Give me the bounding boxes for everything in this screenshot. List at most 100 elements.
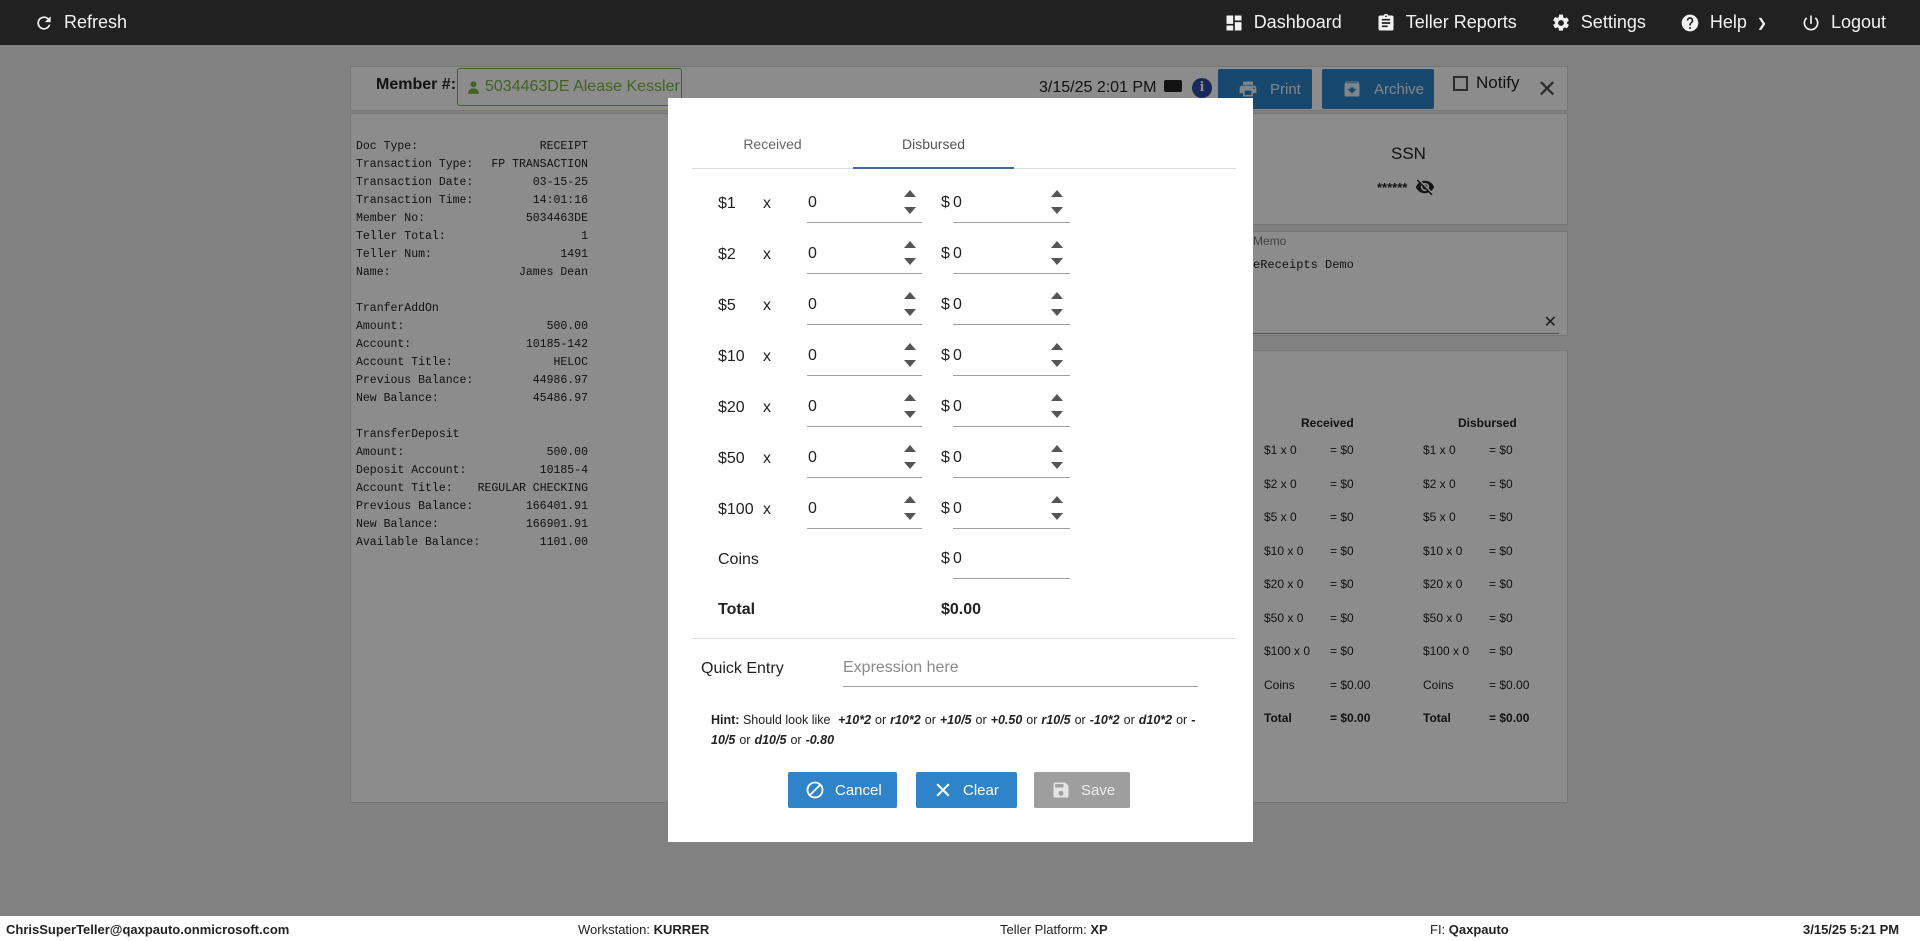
spin-up-icon[interactable] [1051, 241, 1063, 248]
amount-input[interactable]: 0 [953, 336, 1070, 376]
status-bar: ChrisSuperTeller@qaxpauto.onmicrosoft.co… [0, 916, 1920, 941]
nav-teller-reports-label: Teller Reports [1405, 12, 1517, 32]
spin-up-icon[interactable] [904, 496, 916, 503]
spin-down-icon[interactable] [1051, 411, 1063, 418]
count-input[interactable]: 0 [807, 336, 922, 376]
refresh-icon [37, 15, 51, 30]
spin-down-icon[interactable] [1051, 513, 1063, 520]
spin-up-icon[interactable] [1051, 496, 1063, 503]
nav-settings[interactable]: Settings [1551, 12, 1646, 33]
tab-disbursed[interactable]: Disbursed [853, 120, 1014, 169]
cancel-label: Cancel [835, 781, 882, 799]
count-input[interactable]: 0 [807, 234, 922, 274]
spin-up-icon[interactable] [1051, 445, 1063, 452]
coins-row: Coins $ 0 [718, 539, 1098, 579]
spin-down-icon[interactable] [1051, 258, 1063, 265]
count-spinner[interactable] [904, 186, 918, 220]
nav-dashboard-label: Dashboard [1253, 12, 1342, 32]
count-spinner[interactable] [904, 441, 918, 475]
spin-up-icon[interactable] [904, 445, 916, 452]
status-user: ChrisSuperTeller@qaxpauto.onmicrosoft.co… [6, 922, 290, 937]
status-workstation: Workstation: KURRER [578, 922, 710, 937]
amount-input[interactable]: 0 [953, 438, 1070, 478]
spin-up-icon[interactable] [904, 241, 916, 248]
spin-up-icon[interactable] [904, 394, 916, 401]
spin-down-icon[interactable] [904, 258, 916, 265]
tab-received[interactable]: Received [692, 120, 853, 169]
amount-spinner[interactable] [1051, 339, 1065, 373]
amount-value: 0 [953, 500, 962, 517]
spin-up-icon[interactable] [904, 292, 916, 299]
spin-up-icon[interactable] [1051, 190, 1063, 197]
spin-up-icon[interactable] [904, 190, 916, 197]
amount-input[interactable]: 0 [953, 183, 1070, 223]
hint-example: d10/5 [754, 733, 787, 747]
currency-symbol: $ [941, 296, 950, 313]
coins-amount-input[interactable]: 0 [953, 539, 1070, 579]
nav-teller-reports[interactable]: Teller Reports [1376, 12, 1517, 33]
spin-down-icon[interactable] [904, 207, 916, 214]
multiply-symbol: x [763, 348, 771, 365]
multiply-symbol: x [763, 297, 771, 314]
spin-up-icon[interactable] [904, 343, 916, 350]
count-spinner[interactable] [904, 237, 918, 271]
denomination-label: $2 [718, 246, 736, 263]
currency-symbol: $ [941, 347, 950, 364]
amount-input[interactable]: 0 [953, 285, 1070, 325]
logout-button[interactable]: Logout [1801, 12, 1886, 33]
spin-down-icon[interactable] [1051, 207, 1063, 214]
spin-up-icon[interactable] [1051, 394, 1063, 401]
count-spinner[interactable] [904, 339, 918, 373]
count-input[interactable]: 0 [807, 387, 922, 427]
spin-down-icon[interactable] [904, 309, 916, 316]
hint-example: r10/5 [1041, 713, 1071, 727]
count-value: 0 [808, 449, 817, 466]
spin-down-icon[interactable] [904, 411, 916, 418]
amount-spinner[interactable] [1051, 186, 1065, 220]
power-icon [1803, 15, 1819, 31]
spin-down-icon[interactable] [1051, 309, 1063, 316]
spin-down-icon[interactable] [904, 360, 916, 367]
denomination-label: $100 [718, 501, 754, 518]
count-spinner[interactable] [904, 492, 918, 526]
count-spinner[interactable] [904, 288, 918, 322]
spin-up-icon[interactable] [1051, 343, 1063, 350]
divider [692, 638, 1236, 639]
spin-up-icon[interactable] [1051, 292, 1063, 299]
amount-input[interactable]: 0 [953, 489, 1070, 529]
count-input[interactable]: 0 [807, 183, 922, 223]
hint-separator: or [1026, 713, 1038, 727]
amount-spinner[interactable] [1051, 237, 1065, 271]
clear-button[interactable]: Clear [916, 772, 1017, 808]
spin-down-icon[interactable] [1051, 462, 1063, 469]
denomination-row: $20 x 0 $0 [718, 387, 1098, 427]
spin-down-icon[interactable] [904, 513, 916, 520]
save-button[interactable]: Save [1034, 772, 1130, 808]
count-spinner[interactable] [904, 390, 918, 424]
quick-entry-input[interactable] [843, 649, 1198, 687]
coins-label: Coins [718, 551, 759, 568]
count-input[interactable]: 0 [807, 489, 922, 529]
amount-input[interactable]: 0 [953, 234, 1070, 274]
amount-spinner[interactable] [1051, 288, 1065, 322]
multiply-symbol: x [763, 195, 771, 212]
amount-value: 0 [953, 398, 962, 415]
refresh-button[interactable]: Refresh [34, 12, 127, 33]
hint-separator: or [739, 733, 751, 747]
amount-spinner[interactable] [1051, 492, 1065, 526]
amount-spinner[interactable] [1051, 390, 1065, 424]
nav-help[interactable]: Help ❯ [1680, 12, 1767, 33]
amount-input[interactable]: 0 [953, 387, 1070, 427]
denomination-row: $1 x 0 $0 [718, 183, 1098, 223]
hint-example: +0.50 [990, 713, 1023, 727]
count-input[interactable]: 0 [807, 285, 922, 325]
currency-symbol: $ [941, 245, 950, 262]
spin-down-icon[interactable] [1051, 360, 1063, 367]
count-input[interactable]: 0 [807, 438, 922, 478]
spin-down-icon[interactable] [904, 462, 916, 469]
amount-spinner[interactable] [1051, 441, 1065, 475]
nav-dashboard[interactable]: Dashboard [1224, 12, 1342, 33]
cancel-button[interactable]: Cancel [788, 772, 897, 808]
hint-example: -0.80 [805, 733, 835, 747]
chevron-down-icon: ❯ [1756, 15, 1767, 30]
